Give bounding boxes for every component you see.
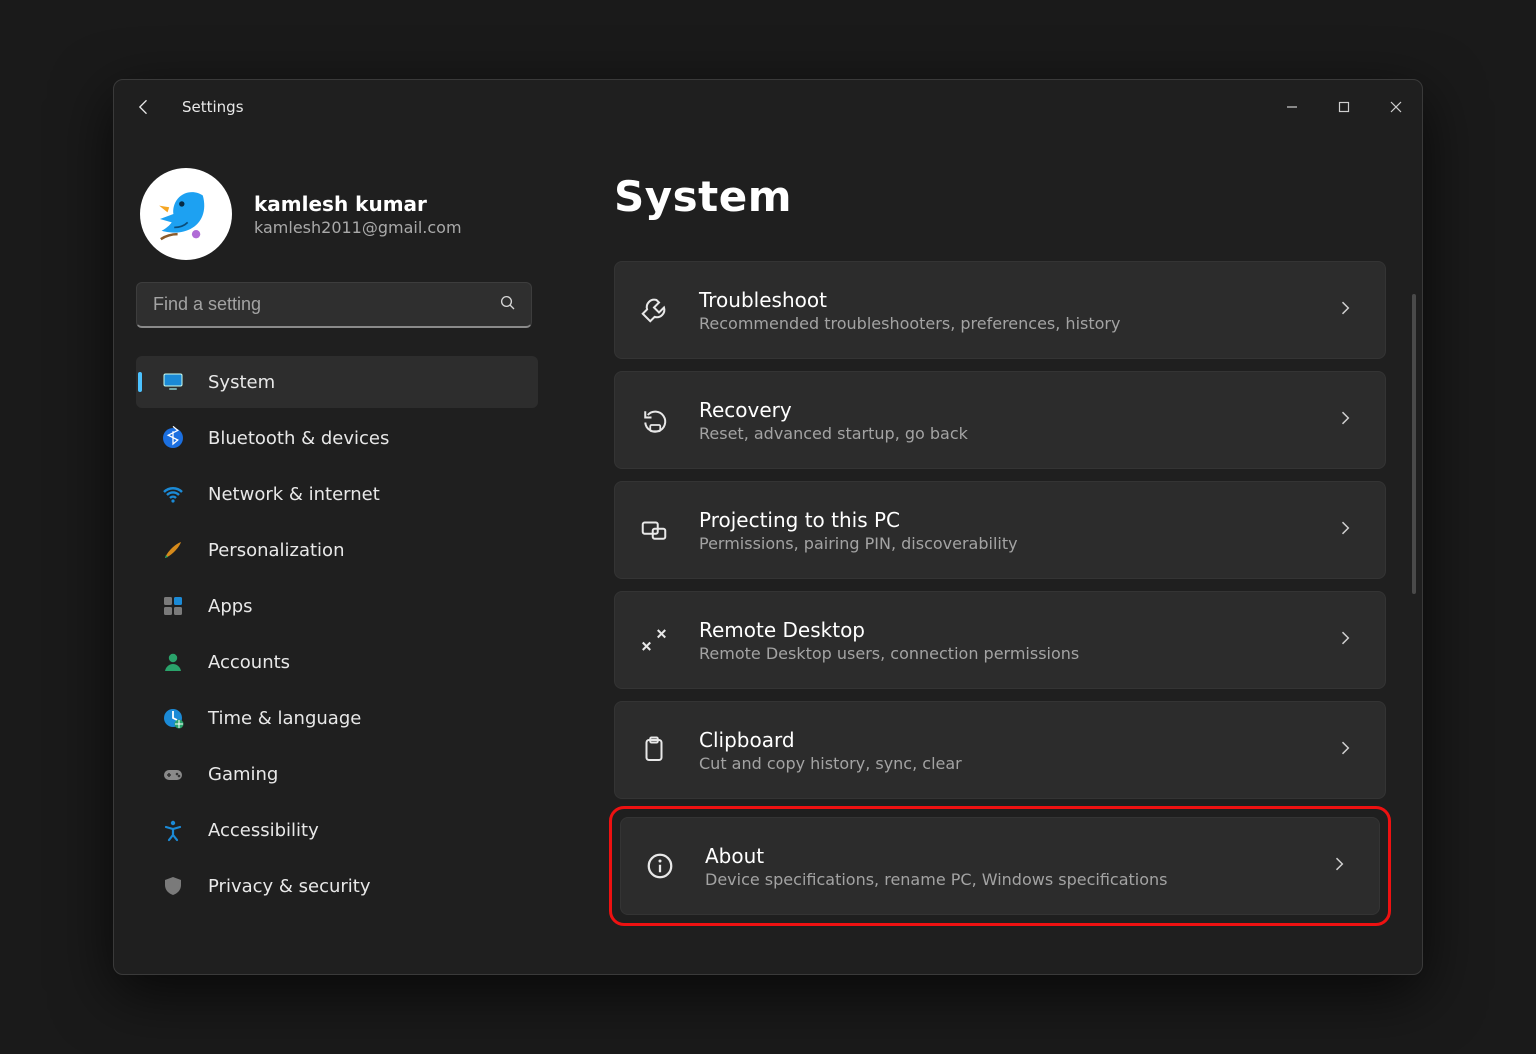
settings-window: Settings (113, 79, 1423, 975)
card-text: Projecting to this PC Permissions, pairin… (699, 508, 1307, 553)
app-title: Settings (182, 98, 244, 116)
remote-icon (637, 623, 671, 657)
shield-icon (160, 873, 186, 899)
apps-icon (160, 593, 186, 619)
window-controls (1266, 88, 1422, 126)
clock-globe-icon (160, 705, 186, 731)
avatar-bird-icon (144, 172, 228, 256)
wifi-icon (160, 481, 186, 507)
close-button[interactable] (1370, 88, 1422, 126)
card-title: Clipboard (699, 728, 1307, 752)
user-name: kamlesh kumar (254, 192, 462, 216)
chevron-right-icon (1329, 854, 1349, 878)
sidebar-item-label: Network & internet (208, 484, 380, 505)
sidebar-item-personalize[interactable]: Personalization (136, 524, 538, 576)
search-icon (499, 294, 517, 316)
sidebar-item-label: Accessibility (208, 820, 319, 841)
chevron-right-icon (1335, 738, 1355, 762)
clipboard-icon (637, 733, 671, 767)
profile[interactable]: kamlesh kumar kamlesh2011@gmail.com (136, 168, 538, 260)
card-desc: Recommended troubleshooters, preferences… (699, 314, 1307, 333)
scrollbar-thumb[interactable] (1412, 294, 1416, 594)
sidebar-item-label: Accounts (208, 652, 290, 673)
gamepad-icon (160, 761, 186, 787)
sidebar-item-privacy[interactable]: Privacy & security (136, 860, 538, 912)
card-text: Remote Desktop Remote Desktop users, conn… (699, 618, 1307, 663)
profile-text: kamlesh kumar kamlesh2011@gmail.com (254, 192, 462, 237)
sidebar-item-label: Privacy & security (208, 876, 371, 897)
card-desc: Remote Desktop users, connection permiss… (699, 644, 1307, 663)
sidebar-item-label: Time & language (208, 708, 361, 729)
card-troubleshoot[interactable]: Troubleshoot Recommended troubleshooters,… (614, 261, 1386, 359)
titlebar: Settings (114, 80, 1422, 134)
sidebar-item-system[interactable]: System (136, 356, 538, 408)
maximize-icon (1338, 101, 1350, 113)
sidebar-item-label: System (208, 372, 275, 393)
minimize-icon (1286, 101, 1298, 113)
sidebar-item-bluetooth[interactable]: Bluetooth & devices (136, 412, 538, 464)
search-wrap (136, 282, 538, 328)
sidebar-item-accounts[interactable]: Accounts (136, 636, 538, 688)
chevron-right-icon (1335, 298, 1355, 322)
body: kamlesh kumar kamlesh2011@gmail.com Syst… (114, 134, 1422, 974)
sidebar-item-gaming[interactable]: Gaming (136, 748, 538, 800)
card-desc: Permissions, pairing PIN, discoverabilit… (699, 534, 1307, 553)
card-recovery[interactable]: Recovery Reset, advanced startup, go back (614, 371, 1386, 469)
main: System Troubleshoot Recommended troublesh… (558, 134, 1422, 974)
sidebar-item-label: Apps (208, 596, 253, 617)
sidebar-item-label: Personalization (208, 540, 344, 561)
card-desc: Device specifications, rename PC, Window… (705, 870, 1301, 889)
nav: System Bluetooth & devices Network & inter… (136, 356, 538, 912)
wrench-icon (637, 293, 671, 327)
bluetooth-icon (160, 425, 186, 451)
card-title: Projecting to this PC (699, 508, 1307, 532)
sidebar-item-accessibility[interactable]: Accessibility (136, 804, 538, 856)
card-text: Troubleshoot Recommended troubleshooters,… (699, 288, 1307, 333)
back-button[interactable] (120, 83, 168, 131)
card-desc: Reset, advanced startup, go back (699, 424, 1307, 443)
sidebar-item-label: Gaming (208, 764, 278, 785)
sidebar-item-time-lang[interactable]: Time & language (136, 692, 538, 744)
chevron-right-icon (1335, 628, 1355, 652)
recovery-icon (637, 403, 671, 437)
card-desc: Cut and copy history, sync, clear (699, 754, 1307, 773)
card-about[interactable]: About Device specifications, rename PC, W… (620, 817, 1380, 915)
sidebar: kamlesh kumar kamlesh2011@gmail.com Syst… (114, 134, 558, 974)
card-text: Recovery Reset, advanced startup, go back (699, 398, 1307, 443)
card-projecting[interactable]: Projecting to this PC Permissions, pairin… (614, 481, 1386, 579)
cards-list: Troubleshoot Recommended troubleshooters,… (614, 261, 1386, 921)
project-icon (637, 513, 671, 547)
sidebar-item-label: Bluetooth & devices (208, 428, 389, 449)
user-email: kamlesh2011@gmail.com (254, 218, 462, 237)
info-icon (643, 849, 677, 883)
search-input[interactable] (153, 294, 485, 315)
highlight-box: About Device specifications, rename PC, W… (614, 811, 1386, 921)
card-clipboard[interactable]: Clipboard Cut and copy history, sync, cle… (614, 701, 1386, 799)
page-title: System (614, 172, 1386, 221)
card-title: Troubleshoot (699, 288, 1307, 312)
accessibility-icon (160, 817, 186, 843)
maximize-button[interactable] (1318, 88, 1370, 126)
monitor-icon (160, 369, 186, 395)
card-remote[interactable]: Remote Desktop Remote Desktop users, conn… (614, 591, 1386, 689)
paintbrush-icon (160, 537, 186, 563)
close-icon (1390, 101, 1402, 113)
card-title: Remote Desktop (699, 618, 1307, 642)
card-title: Recovery (699, 398, 1307, 422)
card-title: About (705, 844, 1301, 868)
person-icon (160, 649, 186, 675)
chevron-right-icon (1335, 518, 1355, 542)
chevron-right-icon (1335, 408, 1355, 432)
avatar (140, 168, 232, 260)
titlebar-left: Settings (120, 83, 244, 131)
sidebar-item-apps[interactable]: Apps (136, 580, 538, 632)
card-text: Clipboard Cut and copy history, sync, cle… (699, 728, 1307, 773)
back-arrow-icon (134, 97, 154, 117)
minimize-button[interactable] (1266, 88, 1318, 126)
sidebar-item-network[interactable]: Network & internet (136, 468, 538, 520)
card-text: About Device specifications, rename PC, W… (705, 844, 1301, 889)
search-box[interactable] (136, 282, 532, 328)
